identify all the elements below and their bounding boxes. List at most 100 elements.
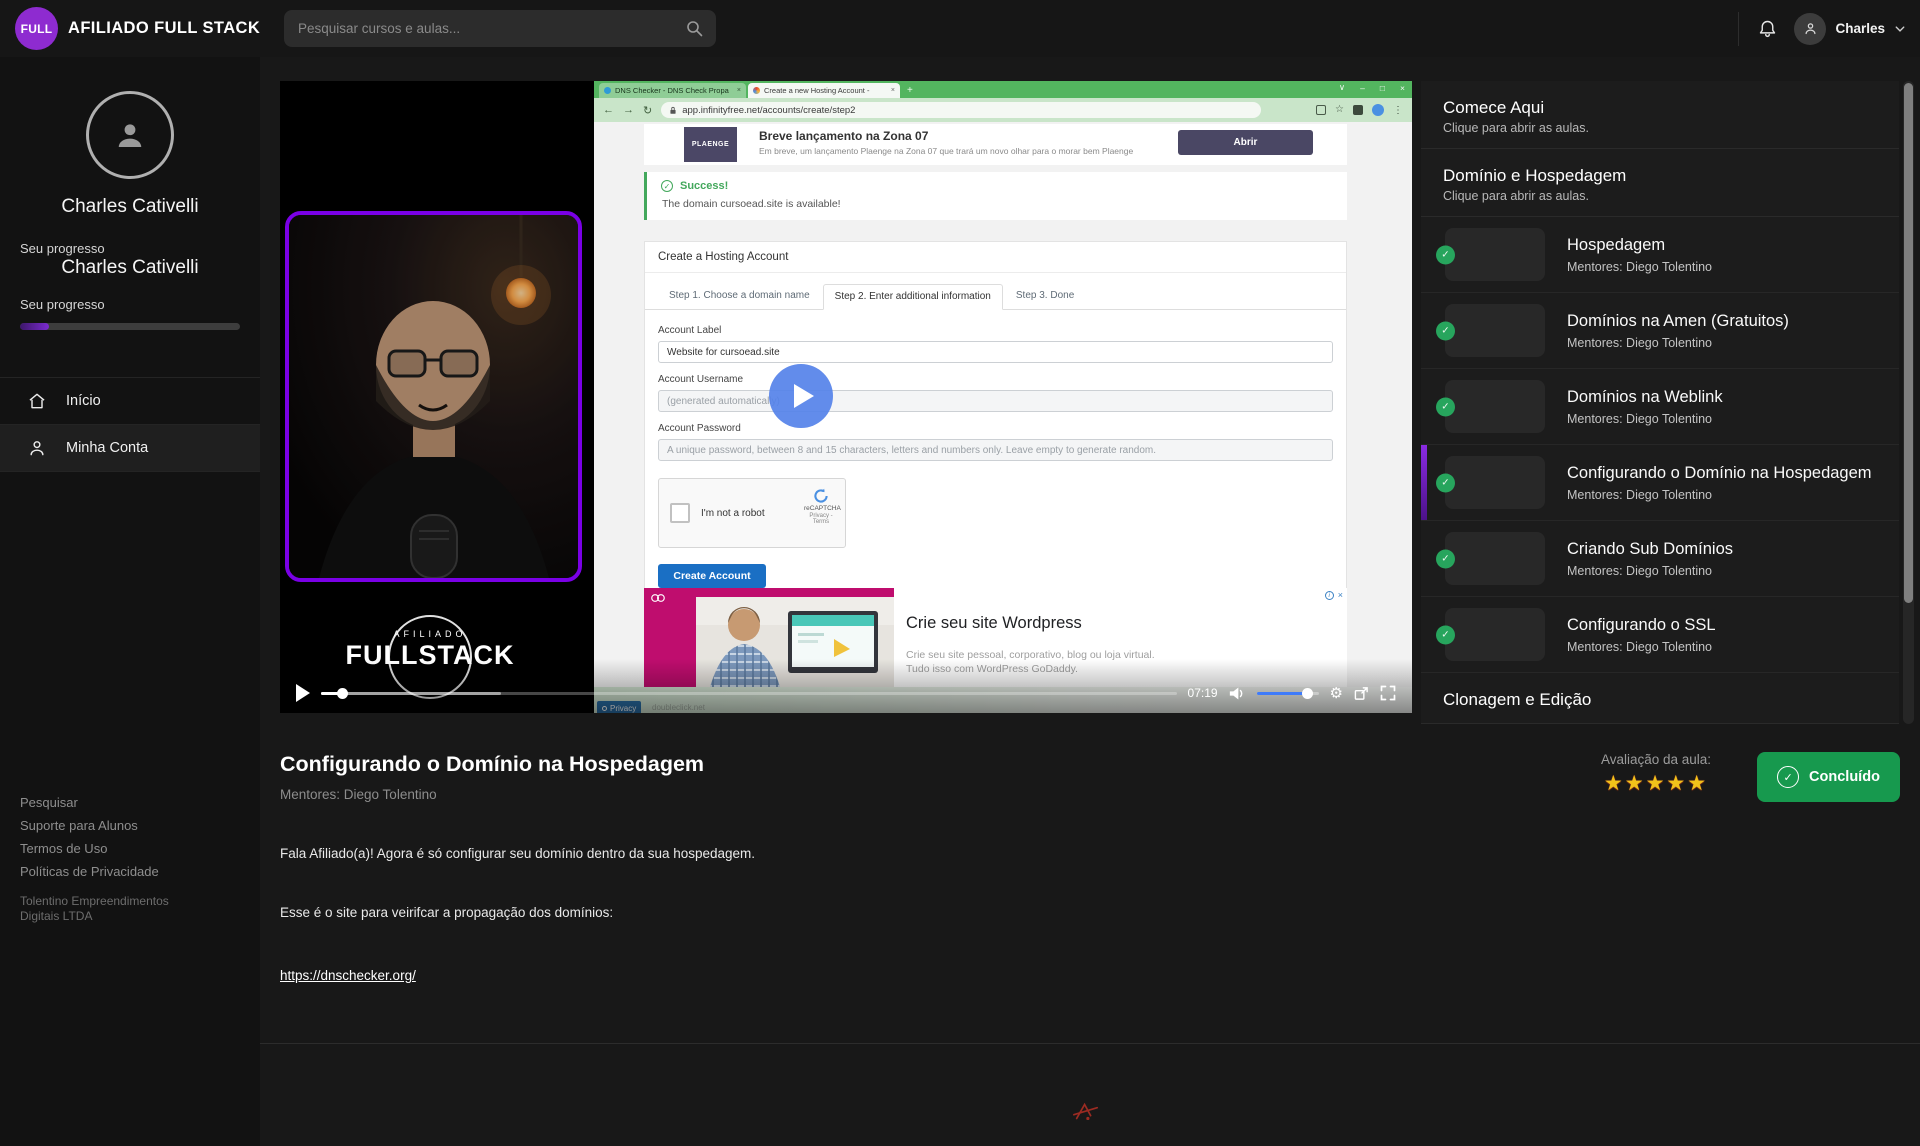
star-icon[interactable]: ★ (1646, 772, 1667, 795)
ad-headline: Crie seu site Wordpress (906, 614, 1082, 633)
window-minimize-icon: – (1360, 83, 1365, 93)
recaptcha-logo-icon (813, 488, 829, 504)
notifications-bell-icon[interactable] (1757, 18, 1778, 39)
volume-icon[interactable] (1229, 686, 1246, 701)
sidebar-item-inicio[interactable]: Início (0, 378, 260, 425)
thumbnail-image (1445, 304, 1545, 357)
star-icon[interactable]: ★ (1666, 772, 1687, 795)
ad-controls: i × (1325, 591, 1343, 600)
recorded-browser-window: DNS Checker - DNS Check Propa × Create a… (594, 81, 1412, 713)
sidebar-nav: Início Minha Conta (0, 377, 260, 472)
brand-title: AFILIADO FULL STACK (68, 0, 260, 57)
sidebar-footer-link[interactable]: Termos de Uso (20, 837, 240, 860)
ad-close-icon: × (1338, 591, 1343, 600)
user-name: Charles (1835, 21, 1885, 36)
volume-slider[interactable] (1257, 692, 1319, 695)
lesson-rating: Avaliação da aula: ★★★★★ (1594, 752, 1718, 796)
play-button[interactable] (296, 684, 310, 702)
volume-handle[interactable] (1302, 688, 1313, 699)
success-check-icon: ✓ (661, 180, 673, 192)
seek-bar[interactable] (321, 692, 1177, 695)
playlist-lesson-item[interactable]: ✓ Criando Sub Domínios Mentores: Diego T… (1421, 521, 1899, 597)
thumbnail-image (1445, 608, 1545, 661)
done-label: Concluído (1809, 769, 1880, 785)
settings-gear-icon[interactable]: ⚙ (1330, 686, 1343, 701)
sidebar-item-minha-conta[interactable]: Minha Conta (0, 425, 260, 472)
profile-avatar[interactable] (86, 91, 174, 179)
adchoices-icon: i (1325, 591, 1334, 600)
section-clonagem-edicao[interactable]: Clonagem e Edição (1421, 673, 1899, 724)
top-bar: FULL AFILIADO FULL STACK Charles (0, 0, 1920, 57)
fullscreen-icon[interactable] (1380, 685, 1396, 701)
field-label: Account Password (658, 423, 1333, 434)
card-title: Create a Hosting Account (645, 242, 1346, 273)
wizard-steps: Step 1. Choose a domain name Step 2. Ent… (645, 273, 1346, 310)
thumbnail-image (1445, 380, 1545, 433)
user-avatar (1794, 13, 1826, 45)
browser-profile-icon (1372, 104, 1384, 116)
browser-tab-bar: DNS Checker - DNS Check Propa × Create a… (594, 81, 1412, 98)
chevron-down-icon (1894, 23, 1906, 35)
playlist-scrollbar-thumb[interactable] (1904, 83, 1913, 603)
browser-toolbar: ← → ↻ app.infinityfree.net/accounts/crea… (594, 98, 1412, 122)
sidebar-footer-link[interactable]: Suporte para Alunos (20, 814, 240, 837)
search-icon[interactable] (686, 20, 703, 37)
section-dominio-hospedagem[interactable]: Domínio e Hospedagem Clique para abrir a… (1421, 149, 1899, 217)
lesson-thumbnail: ✓ (1445, 456, 1545, 509)
lesson-thumbnail: ✓ (1445, 608, 1545, 661)
window-menu-icon: ∨ (1339, 82, 1345, 93)
playlist-lesson-item[interactable]: ✓ Hospedagem Mentores: Diego Tolentino (1421, 217, 1899, 293)
content-divider (260, 1043, 1920, 1044)
tab-close-icon: × (737, 87, 741, 94)
star-icon[interactable]: ★ (1604, 772, 1625, 795)
completed-button[interactable]: ✓ Concluído (1757, 752, 1900, 802)
brand-logo[interactable]: FULL (15, 7, 58, 50)
search-input[interactable] (284, 10, 716, 47)
thumbnail-image (1445, 228, 1545, 281)
playlist-lesson-item[interactable]: ✓ Domínios na Weblink Mentores: Diego To… (1421, 369, 1899, 445)
sidebar-footer-link[interactable]: Políticas de Privacidade (20, 860, 240, 883)
playlist-lesson-item[interactable]: ✓ Configurando o SSL Mentores: Diego Tol… (1421, 597, 1899, 673)
alert-title: Success! (680, 180, 728, 192)
dns-checker-favicon (604, 87, 611, 94)
forward-icon: → (623, 104, 634, 116)
section-title: Clonagem e Edição (1443, 690, 1883, 710)
person-icon (112, 117, 148, 153)
lesson-item-mentors: Mentores: Diego Tolentino (1567, 564, 1733, 578)
playlist-scrollbar[interactable] (1903, 81, 1914, 724)
completed-check-icon: ✓ (1436, 397, 1455, 416)
mentor-photo (289, 215, 578, 578)
bookmark-star-icon: ☆ (1335, 105, 1344, 115)
sidebar-footer-links: Pesquisar Suporte para Alunos Termos de … (20, 791, 240, 924)
topbar-actions: Charles (1738, 0, 1906, 57)
seek-handle[interactable] (337, 688, 348, 699)
dnschecker-link[interactable]: https://dnschecker.org/ (280, 968, 416, 983)
star-icon[interactable]: ★ (1687, 772, 1708, 795)
section-comece-aqui[interactable]: Comece Aqui Clique para abrir as aulas. (1421, 81, 1899, 149)
home-icon (27, 391, 47, 411)
topbar-divider (1738, 12, 1739, 46)
big-play-button[interactable] (769, 364, 833, 428)
lesson-paragraph: Esse é o site para veirifcar a propagaçã… (280, 905, 1260, 920)
reload-icon: ↻ (643, 104, 652, 117)
lesson-item-title: Criando Sub Domínios (1567, 540, 1733, 559)
video-player[interactable]: DNS Checker - DNS Check Propa × Create a… (280, 81, 1412, 713)
sidebar-footer-link[interactable]: Pesquisar (20, 791, 240, 814)
plaenge-logo: PLAENGE (684, 127, 737, 162)
sidebar-item-label: Início (66, 393, 101, 409)
playlist-lesson-item[interactable]: ✓ Configurando o Domínio na Hospedagem M… (1421, 445, 1899, 521)
star-icon[interactable]: ★ (1625, 772, 1646, 795)
thumbnail-image (1445, 532, 1545, 585)
create-account-button: Create Account (658, 564, 766, 588)
playlist-lesson-item[interactable]: ✓ Domínios na Amen (Gratuitos) Mentores:… (1421, 293, 1899, 369)
side-panel-icon (1353, 105, 1363, 115)
lesson-list: ✓ Hospedagem Mentores: Diego Tolentino ✓… (1421, 217, 1899, 673)
address-bar: app.infinityfree.net/accounts/create/ste… (661, 102, 1261, 118)
user-menu[interactable]: Charles (1794, 13, 1906, 45)
lesson-item-mentors: Mentores: Diego Tolentino (1567, 488, 1872, 502)
banner-title: Breve lançamento na Zona 07 (759, 129, 928, 143)
star-rating[interactable]: ★★★★★ (1594, 771, 1718, 796)
tab-close-icon: × (891, 87, 895, 94)
popout-icon[interactable] (1354, 686, 1369, 701)
recaptcha-widget: I'm not a robot reCAPTCHA Privacy - Term… (658, 478, 846, 548)
